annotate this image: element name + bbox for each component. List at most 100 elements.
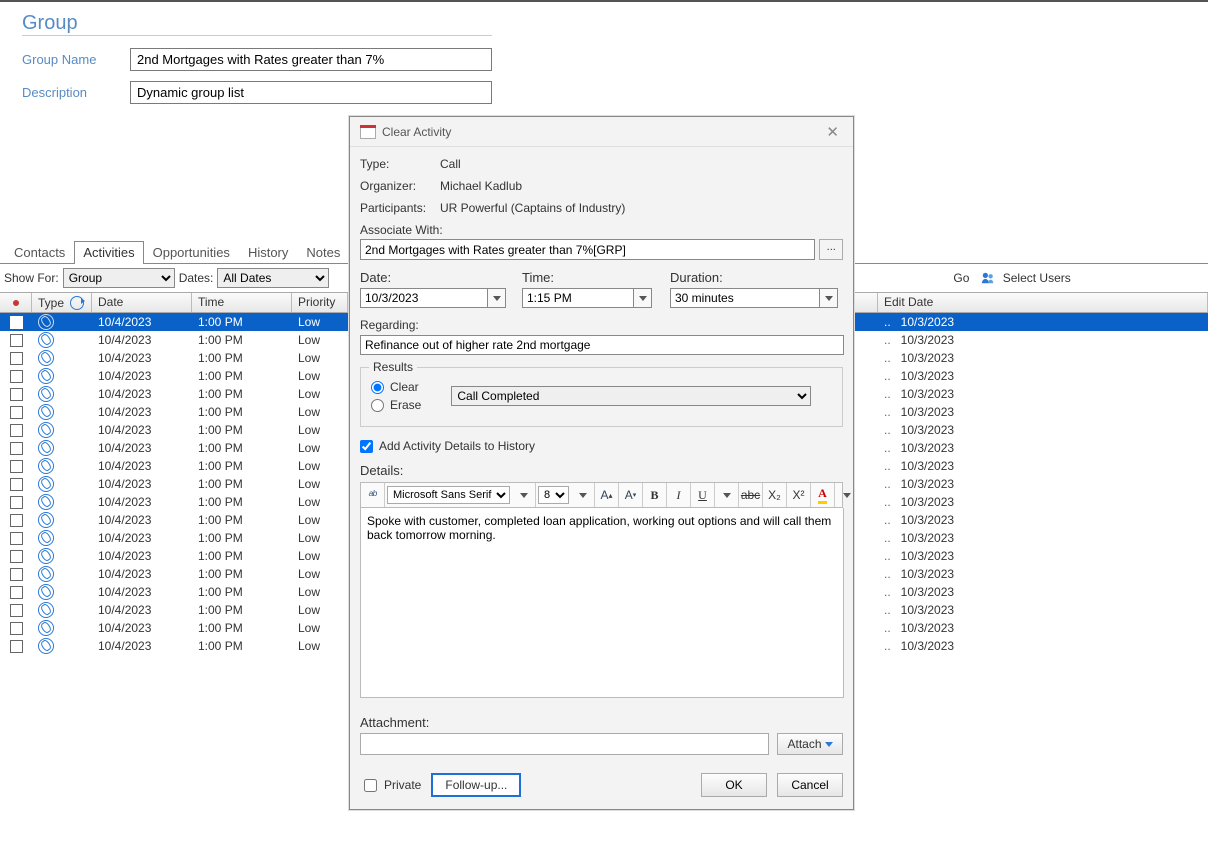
- row-edit-date: ..10/3/2023: [878, 585, 1208, 599]
- header-type[interactable]: Type: [32, 293, 92, 312]
- row-checkbox[interactable]: [0, 424, 32, 437]
- row-date: 10/4/2023: [92, 405, 192, 419]
- time-dropdown[interactable]: [634, 288, 652, 308]
- underline-dropdown[interactable]: [715, 483, 739, 507]
- show-for-select[interactable]: Group: [63, 268, 175, 288]
- font-name-select[interactable]: Microsoft Sans Serif: [387, 486, 510, 504]
- close-button[interactable]: ✕: [822, 123, 843, 141]
- phone-icon: [38, 494, 54, 510]
- font-size-select[interactable]: 8: [538, 486, 569, 504]
- strike-button[interactable]: abc: [739, 483, 763, 507]
- row-date: 10/4/2023: [92, 477, 192, 491]
- increase-font-button[interactable]: A▴: [595, 483, 619, 507]
- go-button[interactable]: Go: [953, 271, 969, 285]
- associate-with-input[interactable]: [360, 239, 815, 260]
- row-priority: Low: [292, 459, 348, 473]
- details-textarea[interactable]: Spoke with customer, completed loan appl…: [360, 508, 844, 698]
- dates-select[interactable]: All Dates: [217, 268, 329, 288]
- row-checkbox[interactable]: [0, 550, 32, 563]
- add-history-checkbox[interactable]: [360, 440, 373, 453]
- row-checkbox[interactable]: [0, 532, 32, 545]
- font-color-button[interactable]: A: [811, 483, 835, 507]
- spellcheck-button[interactable]: ᵃᵇ: [361, 483, 385, 507]
- row-type: [32, 386, 92, 402]
- superscript-button[interactable]: X²: [787, 483, 811, 507]
- refresh-icon[interactable]: [70, 296, 84, 310]
- time-input[interactable]: [522, 288, 634, 308]
- row-checkbox[interactable]: [0, 334, 32, 347]
- date-dropdown[interactable]: [488, 288, 506, 308]
- header-time[interactable]: Time: [192, 293, 292, 312]
- group-name-input[interactable]: [130, 48, 492, 71]
- select-users-button[interactable]: Select Users: [981, 271, 1070, 286]
- row-checkbox[interactable]: [0, 406, 32, 419]
- row-checkbox[interactable]: [0, 316, 32, 329]
- duration-dropdown[interactable]: [820, 288, 838, 308]
- followup-button[interactable]: Follow-up...: [431, 773, 521, 797]
- row-checkbox[interactable]: [0, 478, 32, 491]
- cancel-button[interactable]: Cancel: [777, 773, 843, 797]
- font-size-dropdown[interactable]: [571, 483, 595, 507]
- row-checkbox[interactable]: [0, 442, 32, 455]
- subscript-button[interactable]: X₂: [763, 483, 787, 507]
- row-edit-date: ..10/3/2023: [878, 549, 1208, 563]
- tab-history[interactable]: History: [239, 241, 297, 264]
- row-priority: Low: [292, 639, 348, 653]
- row-checkbox[interactable]: [0, 586, 32, 599]
- phone-icon: [38, 584, 54, 600]
- underline-button[interactable]: U: [691, 483, 715, 507]
- header-edit-date[interactable]: Edit Date: [878, 293, 1208, 312]
- header-flag[interactable]: [0, 293, 32, 312]
- row-priority: Low: [292, 477, 348, 491]
- row-checkbox[interactable]: [0, 388, 32, 401]
- date-input[interactable]: [360, 288, 488, 308]
- row-checkbox[interactable]: [0, 460, 32, 473]
- header-priority[interactable]: Priority: [292, 293, 348, 312]
- decrease-font-button[interactable]: A▾: [619, 483, 643, 507]
- associate-browse-button[interactable]: ...: [819, 239, 843, 260]
- regarding-input[interactable]: [360, 335, 844, 355]
- row-time: 1:00 PM: [192, 567, 292, 581]
- row-checkbox[interactable]: [0, 370, 32, 383]
- attach-button[interactable]: Attach: [777, 733, 843, 755]
- row-priority: Low: [292, 315, 348, 329]
- row-date: 10/4/2023: [92, 351, 192, 365]
- phone-icon: [38, 530, 54, 546]
- row-checkbox[interactable]: [0, 496, 32, 509]
- row-checkbox[interactable]: [0, 568, 32, 581]
- section-title: Group: [22, 12, 492, 36]
- row-edit-date: ..10/3/2023: [878, 567, 1208, 581]
- row-checkbox[interactable]: [0, 514, 32, 527]
- duration-input[interactable]: [670, 288, 820, 308]
- attachment-input[interactable]: [360, 733, 769, 755]
- header-date[interactable]: Date: [92, 293, 192, 312]
- result-select[interactable]: Call Completed: [451, 386, 811, 406]
- row-priority: Low: [292, 351, 348, 365]
- phone-icon: [38, 404, 54, 420]
- font-name-dropdown[interactable]: [512, 483, 536, 507]
- bold-button[interactable]: B: [643, 483, 667, 507]
- tab-activities[interactable]: Activities: [74, 241, 143, 264]
- row-priority: Low: [292, 513, 348, 527]
- row-time: 1:00 PM: [192, 513, 292, 527]
- clear-radio[interactable]: [371, 381, 384, 394]
- users-icon: [981, 271, 995, 285]
- italic-button[interactable]: I: [667, 483, 691, 507]
- erase-radio[interactable]: [371, 399, 384, 412]
- tab-opportunities[interactable]: Opportunities: [144, 241, 239, 264]
- row-checkbox[interactable]: [0, 622, 32, 635]
- tab-contacts[interactable]: Contacts: [5, 241, 74, 264]
- ok-button[interactable]: OK: [701, 773, 767, 797]
- dates-label: Dates:: [179, 271, 214, 285]
- description-input[interactable]: [130, 81, 492, 104]
- row-type: [32, 404, 92, 420]
- font-color-dropdown[interactable]: [835, 483, 859, 507]
- tab-notes[interactable]: Notes: [297, 241, 349, 264]
- phone-icon: [38, 314, 54, 330]
- row-checkbox[interactable]: [0, 640, 32, 653]
- row-edit-date: ..10/3/2023: [878, 333, 1208, 347]
- private-checkbox[interactable]: [364, 779, 377, 792]
- type-value: Call: [440, 157, 461, 171]
- row-checkbox[interactable]: [0, 352, 32, 365]
- row-checkbox[interactable]: [0, 604, 32, 617]
